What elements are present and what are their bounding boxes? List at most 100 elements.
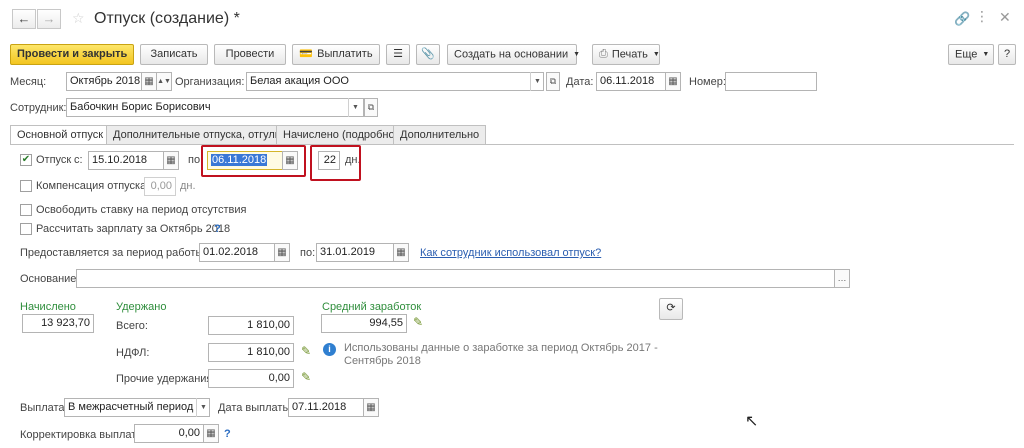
payment-field[interactable]: В межрасчетный период xyxy=(64,398,210,417)
spin-icon[interactable]: ▲▼ xyxy=(156,72,172,91)
chevron-down-icon[interactable]: ▼ xyxy=(348,98,362,117)
recalculate-button[interactable]: ⟳ xyxy=(659,298,683,320)
report-button[interactable]: ☰ xyxy=(386,44,410,65)
tab-accrued-detailed[interactable]: Начислено (подробно) xyxy=(276,125,406,144)
other-withheld-label: Прочие удержания: xyxy=(116,373,216,385)
period-to-label: по: xyxy=(300,247,316,259)
date-label: Дата: xyxy=(566,76,594,88)
mouse-cursor-icon: ↖ xyxy=(745,413,759,430)
used-leave-link[interactable]: Как сотрудник использовал отпуск? xyxy=(420,247,601,259)
post-button[interactable]: Провести xyxy=(214,44,286,65)
calc-salary-checkbox[interactable] xyxy=(20,223,32,235)
more-button[interactable]: Еще ▼ xyxy=(948,44,994,65)
calendar-icon[interactable]: ▦ xyxy=(274,243,290,262)
leave-label: Отпуск xyxy=(36,154,72,166)
basis-label: Основание: xyxy=(20,273,80,285)
info-text-line2: Сентябрь 2018 xyxy=(344,355,421,367)
post-and-close-button[interactable]: Провести и закрыть xyxy=(10,44,134,65)
calendar-icon[interactable]: ▦ xyxy=(393,243,409,262)
avg-earnings-label: Средний заработок xyxy=(322,301,422,313)
calendar-icon[interactable]: ▦ xyxy=(163,151,179,170)
to-date-highlight xyxy=(201,145,306,177)
link-icon[interactable]: 🔗 xyxy=(954,11,970,27)
month-field[interactable]: Октябрь 2018 xyxy=(66,72,142,91)
withheld-label: Удержано xyxy=(116,301,167,313)
payment-date-field[interactable]: 07.11.2018 xyxy=(288,398,364,417)
period-from-field[interactable]: 01.02.2018 xyxy=(199,243,275,262)
number-label: Номер: xyxy=(689,76,726,88)
compensation-field[interactable]: 0,00 xyxy=(144,177,176,196)
chevron-down-icon[interactable]: ▼ xyxy=(196,398,210,417)
pencil-icon[interactable]: ✎ xyxy=(301,370,311,384)
tab-divider xyxy=(10,144,1014,145)
other-withheld-field[interactable]: 0,00 xyxy=(208,369,294,388)
pencil-icon[interactable]: ✎ xyxy=(301,344,311,358)
ndfl-label: НДФЛ: xyxy=(116,347,150,359)
from-label: с: xyxy=(74,154,83,166)
tab-additional[interactable]: Дополнительно xyxy=(393,125,487,144)
printer-icon: ⎙ xyxy=(599,48,608,61)
forward-button[interactable]: → xyxy=(37,9,61,29)
compensation-label: Компенсация отпуска xyxy=(36,180,147,192)
org-field[interactable]: Белая акация ООО xyxy=(246,72,544,91)
basis-field[interactable] xyxy=(76,269,836,288)
calculator-icon[interactable]: ▦ xyxy=(203,424,219,443)
calc-salary-label: Рассчитать зарплату за Октябрь 2018 xyxy=(36,223,231,235)
employee-field[interactable]: Бабочкин Борис Борисович xyxy=(66,98,364,117)
period-label: Предоставляется за период работы с: xyxy=(20,247,215,259)
calendar-icon[interactable]: ▦ xyxy=(141,72,157,91)
number-field[interactable] xyxy=(725,72,817,91)
pay-icon: 💳 xyxy=(299,48,314,60)
calc-salary-help-icon[interactable]: ? xyxy=(214,223,221,235)
chevron-down-icon[interactable]: ▼ xyxy=(530,72,544,91)
correction-help-icon[interactable]: ? xyxy=(224,428,231,440)
favorite-icon[interactable]: ☆ xyxy=(72,10,85,27)
menu-icon[interactable]: ⋮ xyxy=(975,8,989,25)
print-label: Печать xyxy=(611,48,648,61)
days-highlight xyxy=(310,145,361,181)
chevron-down-icon: ▼ xyxy=(573,51,581,58)
back-button[interactable]: ← xyxy=(12,9,36,29)
calendar-icon[interactable]: ▦ xyxy=(665,72,681,91)
accrued-label: Начислено xyxy=(20,301,76,313)
period-to-field[interactable]: 31.01.2019 xyxy=(316,243,394,262)
ndfl-field[interactable]: 1 810,00 xyxy=(208,343,294,362)
window-title: Отпуск (создание) * xyxy=(94,10,240,27)
date-field[interactable]: 06.11.2018 xyxy=(596,72,666,91)
accrued-field[interactable]: 13 923,70 xyxy=(22,314,94,333)
help-button[interactable]: ? xyxy=(998,44,1016,65)
compensation-checkbox[interactable] xyxy=(20,180,32,192)
correction-label: Корректировка выплаты: xyxy=(20,429,148,441)
attach-button[interactable]: 📎 xyxy=(416,44,440,65)
create-based-button[interactable]: Создать на основании ▼ xyxy=(447,44,581,65)
org-label: Организация: xyxy=(175,76,245,88)
leave-checkbox[interactable]: ✔ xyxy=(20,154,32,166)
info-text-line1: Использованы данные о заработке за перио… xyxy=(344,342,658,354)
chevron-down-icon: ▼ xyxy=(652,51,660,58)
more-label: Еще xyxy=(955,48,978,61)
close-icon[interactable]: ✕ xyxy=(999,9,1011,26)
chevron-down-icon: ▼ xyxy=(982,51,990,58)
pencil-icon[interactable]: ✎ xyxy=(413,315,423,329)
payment-date-label: Дата выплаты: xyxy=(218,402,294,414)
save-button[interactable]: Записать xyxy=(140,44,208,65)
ellipsis-icon[interactable]: … xyxy=(834,269,850,288)
total-withheld-label: Всего: xyxy=(116,320,148,332)
refresh-icon: ⟳ xyxy=(666,302,676,314)
correction-field[interactable]: 0,00 xyxy=(134,424,204,443)
create-based-label: Создать на основании xyxy=(454,48,569,61)
open-icon[interactable]: ⧉ xyxy=(546,72,560,91)
tab-additional-leave[interactable]: Дополнительные отпуска, отгулы xyxy=(106,125,290,144)
leave-from-field[interactable]: 15.10.2018 xyxy=(88,151,164,170)
print-button[interactable]: ⎙ Печать ▼ xyxy=(592,44,660,65)
total-withheld-field[interactable]: 1 810,00 xyxy=(208,316,294,335)
employee-label: Сотрудник: xyxy=(10,102,67,114)
pay-button[interactable]: 💳 Выплатить xyxy=(292,44,380,65)
tab-main-leave[interactable]: Основной отпуск xyxy=(10,125,111,145)
release-rate-checkbox[interactable] xyxy=(20,204,32,216)
open-icon[interactable]: ⧉ xyxy=(364,98,378,117)
month-label: Месяц: xyxy=(10,76,47,88)
release-rate-label: Освободить ставку на период отсутствия xyxy=(36,204,247,216)
avg-earnings-field[interactable]: 994,55 xyxy=(321,314,407,333)
calendar-icon[interactable]: ▦ xyxy=(363,398,379,417)
